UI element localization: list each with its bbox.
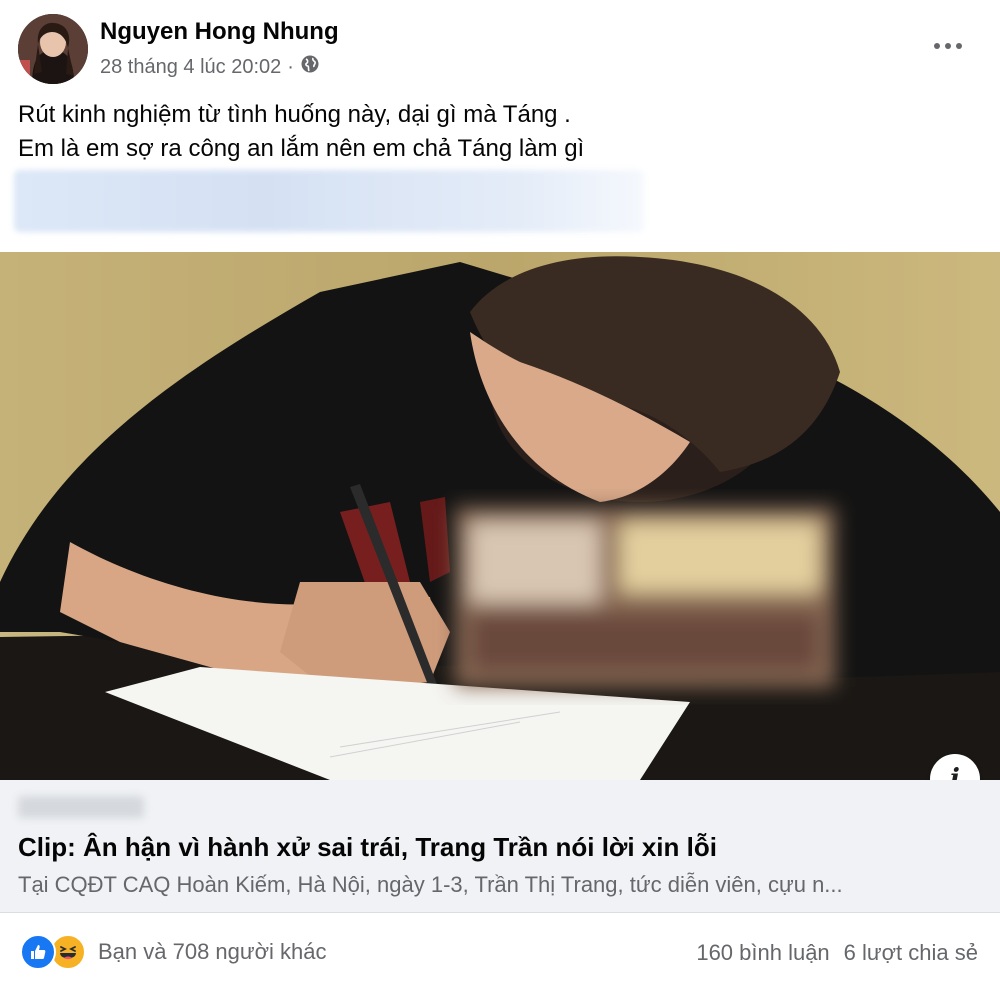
author-name[interactable]: Nguyen Hong Nhung: [100, 18, 339, 46]
post-text-line: Rút kinh nghiệm từ tình huống này, dại g…: [18, 101, 571, 128]
post-timestamp[interactable]: 28 tháng 4 lúc 20:02: [100, 56, 281, 79]
reactions-summary[interactable]: Bạn và 708 người khác: [20, 934, 327, 970]
link-title[interactable]: Clip: Ân hận vì hành xử sai trái, Trang …: [18, 832, 717, 863]
reactions-text[interactable]: Bạn và 708 người khác: [98, 939, 327, 965]
author-avatar[interactable]: [18, 14, 88, 84]
engagement-stats: 160 bình luận 6 lượt chia sẻ: [696, 940, 978, 966]
link-preview-card[interactable]: Clip: Ân hận vì hành xử sai trái, Trang …: [0, 780, 1000, 912]
globe-icon: [300, 54, 320, 80]
link-description: Tại CQĐT CAQ Hoàn Kiếm, Hà Nội, ngày 1-3…: [18, 872, 843, 897]
post-meta: 28 tháng 4 lúc 20:02 ·: [100, 54, 320, 80]
link-domain-blurred: [18, 796, 144, 818]
post-text: Rút kinh nghiệm từ tình huống này, dại g…: [18, 98, 584, 166]
comments-count[interactable]: 160 bình luận: [696, 940, 829, 966]
link-preview-image[interactable]: [0, 252, 1000, 780]
more-options-button[interactable]: [928, 28, 968, 64]
post-header: Nguyen Hong Nhung 28 tháng 4 lúc 20:02 ·: [0, 0, 1000, 90]
blurred-text-line: [14, 170, 644, 232]
shares-count[interactable]: 6 lượt chia sẻ: [844, 940, 978, 966]
footer-divider: [0, 912, 1000, 913]
post-text-line: Em là em sợ ra công an lắm nên em chả Tá…: [18, 135, 585, 162]
meta-separator: ·: [287, 55, 294, 78]
more-horizontal-icon: [934, 43, 962, 49]
like-icon: [20, 934, 56, 970]
